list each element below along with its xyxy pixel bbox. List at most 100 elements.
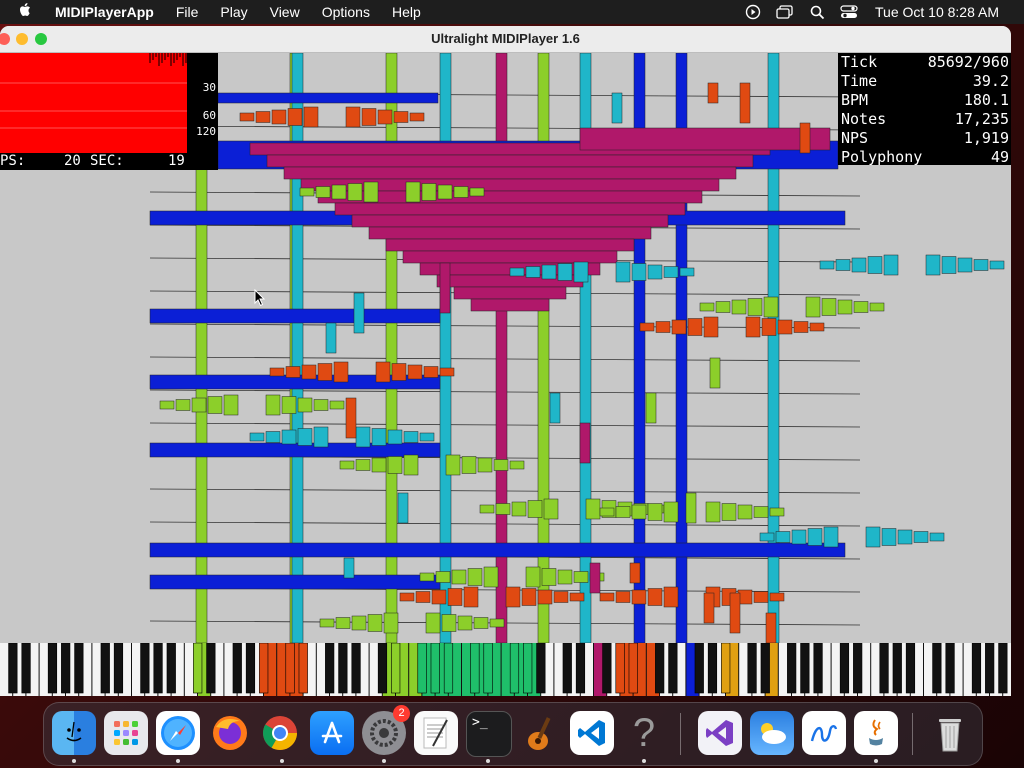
menu-options[interactable]: Options [311, 4, 381, 20]
garageband-icon[interactable] [518, 711, 562, 755]
sec-value: 19 [168, 153, 185, 169]
note-block [375, 361, 391, 383]
black-key[interactable] [985, 643, 995, 694]
black-key[interactable] [998, 643, 1008, 694]
black-key[interactable] [351, 643, 361, 694]
safari-icon[interactable] [156, 711, 200, 755]
textedit-icon[interactable] [414, 711, 458, 755]
black-key[interactable] [628, 643, 638, 694]
piano-keys[interactable] [0, 643, 1011, 696]
black-key[interactable] [153, 643, 163, 694]
black-key[interactable] [536, 643, 546, 694]
chrome-icon[interactable] [258, 711, 302, 755]
black-key[interactable] [509, 643, 520, 694]
black-key[interactable] [61, 643, 71, 694]
app-store-icon[interactable] [310, 711, 354, 755]
weather-icon[interactable] [750, 711, 794, 755]
black-key[interactable] [443, 643, 454, 694]
launchpad-icon[interactable] [104, 711, 148, 755]
black-key[interactable] [760, 643, 770, 694]
black-key[interactable] [8, 643, 18, 694]
black-key[interactable] [853, 643, 863, 694]
black-key[interactable] [932, 643, 942, 694]
app-menu[interactable]: MIDIPlayerApp [44, 4, 165, 20]
black-key[interactable] [47, 643, 58, 694]
black-key[interactable] [166, 643, 176, 694]
help-icon[interactable]: ? [622, 711, 666, 755]
black-key[interactable] [193, 643, 203, 694]
menubar-clock[interactable]: Tue Oct 10 8:28 AM [865, 4, 1010, 20]
search-icon[interactable] [806, 4, 828, 20]
black-key[interactable] [100, 643, 110, 694]
black-key[interactable] [800, 643, 810, 694]
black-key[interactable] [721, 643, 731, 694]
black-key[interactable] [417, 643, 427, 694]
black-key[interactable] [813, 643, 823, 694]
java-icon[interactable] [854, 711, 898, 755]
note-block [325, 322, 337, 354]
black-key[interactable] [615, 643, 625, 694]
control-center-icon[interactable] [838, 4, 860, 20]
menu-play[interactable]: Play [209, 4, 258, 20]
piano-roll-canvas[interactable]: 30 60 120 PS: 20 SEC: 19 Tick 85692/960 T… [0, 53, 1011, 643]
note-block [333, 361, 349, 383]
black-key[interactable] [905, 643, 916, 694]
black-key[interactable] [338, 643, 348, 694]
play-circle-icon[interactable] [742, 4, 764, 20]
black-key[interactable] [694, 643, 704, 694]
trash-icon[interactable] [928, 711, 972, 755]
black-key[interactable] [879, 643, 889, 694]
black-key[interactable] [523, 643, 533, 694]
note-block [363, 181, 379, 203]
piano-keyboard[interactable] [0, 643, 1011, 696]
black-key[interactable] [562, 643, 572, 694]
black-key[interactable] [259, 643, 269, 694]
black-key[interactable] [285, 643, 295, 694]
black-key[interactable] [655, 643, 665, 694]
system-settings-icon[interactable]: 2 [362, 705, 410, 755]
black-key[interactable] [945, 643, 955, 694]
black-key[interactable] [483, 643, 493, 694]
apple-menu-icon[interactable] [0, 2, 44, 22]
firefox-icon[interactable] [208, 711, 252, 755]
black-key[interactable] [21, 643, 31, 694]
finder-icon[interactable] [52, 711, 96, 755]
minimize-button[interactable] [16, 33, 28, 45]
note-block [423, 366, 439, 378]
visual-studio-icon[interactable] [698, 711, 742, 755]
black-key[interactable] [707, 643, 718, 694]
black-key[interactable] [113, 643, 124, 694]
screen-mirroring-icon[interactable] [774, 4, 796, 20]
note-block [799, 122, 811, 154]
black-key[interactable] [668, 643, 678, 694]
black-key[interactable] [325, 643, 335, 694]
black-key[interactable] [377, 643, 388, 694]
black-key[interactable] [747, 643, 757, 694]
terminal-icon[interactable]: >_ [466, 711, 512, 757]
black-key[interactable] [140, 643, 150, 694]
black-key[interactable] [602, 643, 612, 694]
black-key[interactable] [971, 643, 982, 694]
black-key[interactable] [74, 643, 84, 694]
menu-view[interactable]: View [259, 4, 311, 20]
black-key[interactable] [391, 643, 401, 694]
black-key[interactable] [892, 643, 902, 694]
black-key[interactable] [430, 643, 440, 694]
note-block [345, 397, 357, 439]
black-key[interactable] [787, 643, 797, 694]
note-block [599, 507, 615, 517]
black-key[interactable] [206, 643, 216, 694]
zoom-button[interactable] [35, 33, 47, 45]
vscode-icon[interactable] [570, 711, 614, 755]
note-block [525, 266, 541, 278]
menu-file[interactable]: File [165, 4, 210, 20]
black-key[interactable] [575, 643, 586, 694]
black-key[interactable] [245, 643, 256, 694]
menu-help[interactable]: Help [381, 4, 432, 20]
black-key[interactable] [839, 643, 850, 694]
black-key[interactable] [232, 643, 242, 694]
close-button[interactable] [0, 33, 10, 45]
black-key[interactable] [298, 643, 308, 694]
black-key[interactable] [470, 643, 480, 694]
freeform-icon[interactable] [802, 711, 846, 755]
